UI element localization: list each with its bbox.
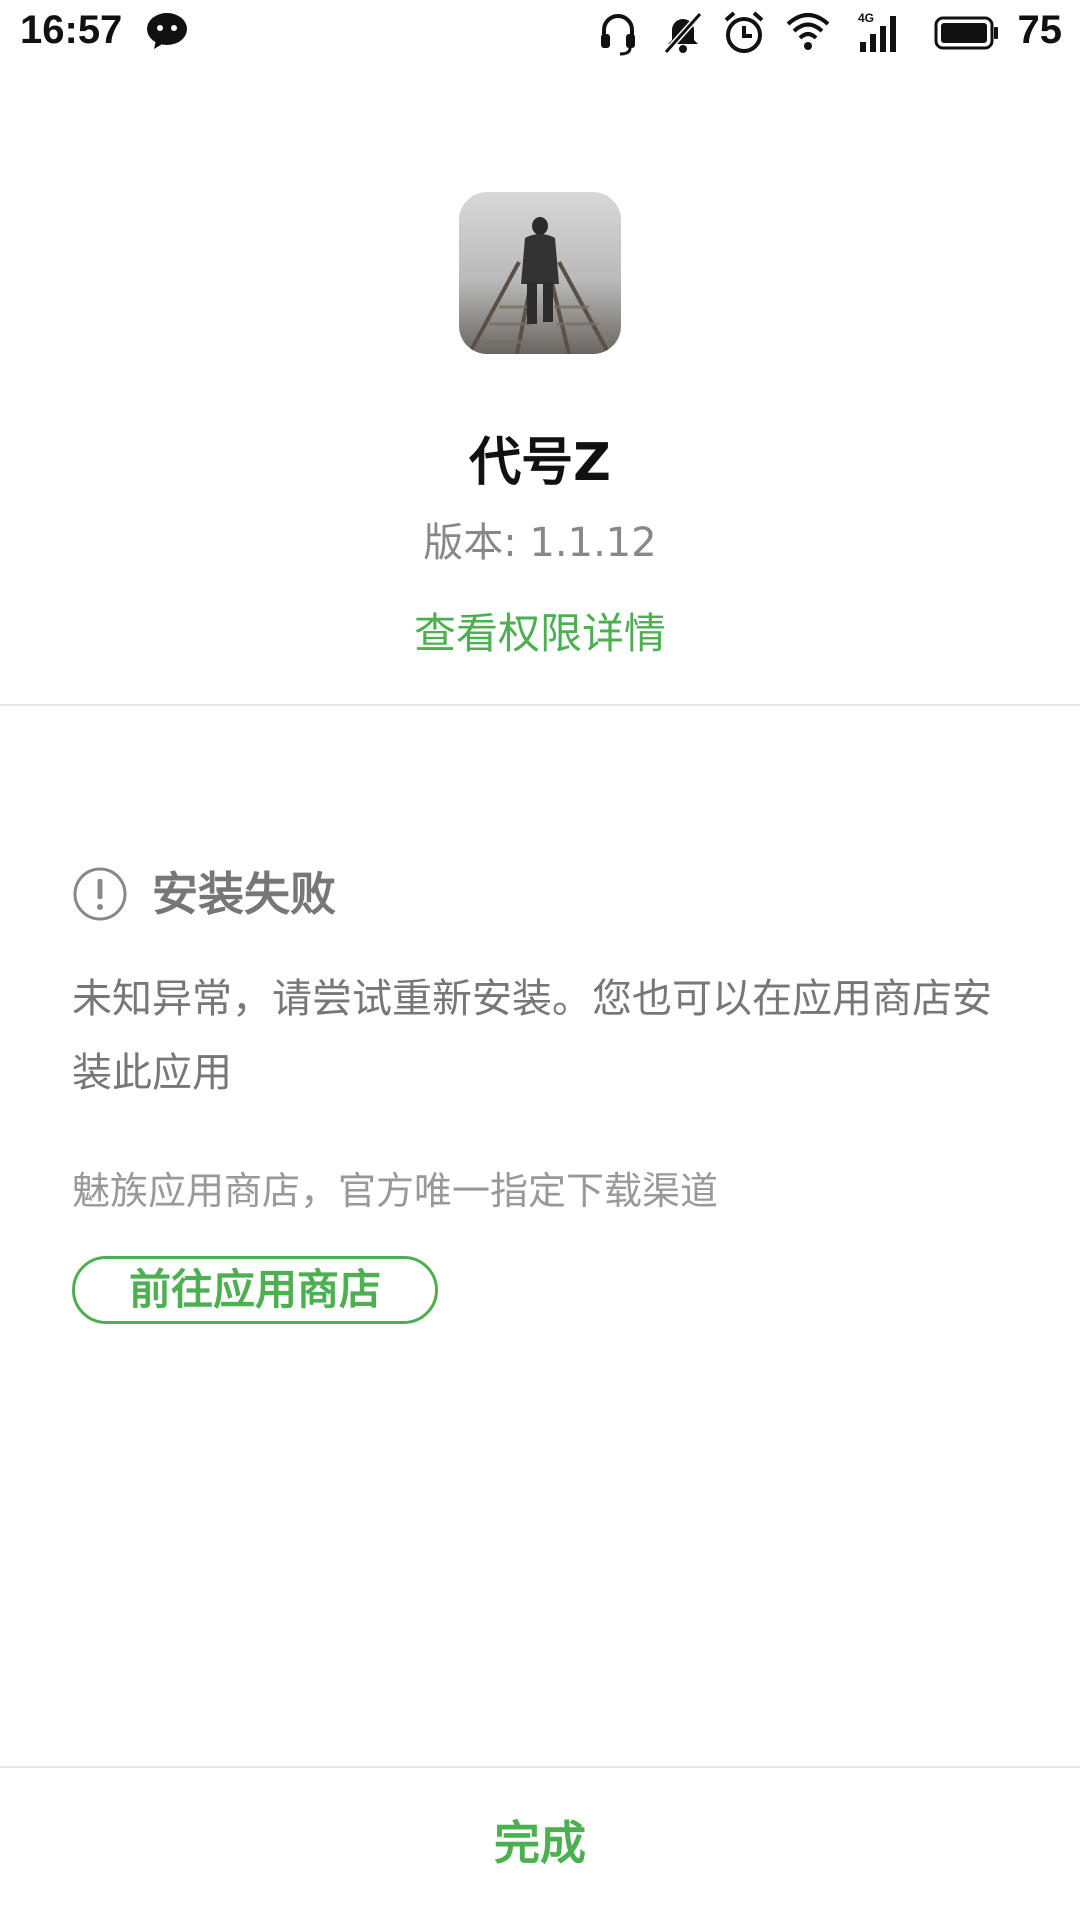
done-button[interactable]: 完成: [0, 1768, 1080, 1920]
store-note: 魅族应用商店，官方唯一指定下载渠道: [72, 1169, 719, 1213]
install-failed-title: 安装失败: [152, 867, 336, 921]
wifi-icon: [786, 13, 830, 50]
alarm-icon: [724, 11, 764, 53]
signal-4g-icon: 4G: [858, 11, 896, 52]
app-name: 代号Z: [469, 433, 611, 493]
exclamation-circle-icon: [73, 867, 127, 921]
app-version: 版本: 1.1.12: [423, 520, 657, 566]
mute-icon: [663, 11, 703, 55]
battery-icon: [934, 16, 998, 50]
wechat-icon: [147, 13, 187, 49]
app-icon: [459, 192, 621, 354]
status-time: 16:57: [20, 8, 123, 52]
headset-icon: [601, 14, 635, 56]
view-permissions-link[interactable]: 查看权限详情: [0, 600, 1080, 661]
battery-level: 75: [1017, 8, 1063, 52]
divider: [0, 704, 1080, 706]
install-failed-message: 未知异常，请尝试重新安装。您也可以在应用商店安装此应用: [72, 976, 992, 1096]
go-to-app-store-button[interactable]: 前往应用商店: [72, 1256, 438, 1324]
status-bar: 16:57 4G 75: [0, 0, 1080, 70]
svg-text:4G: 4G: [858, 11, 874, 25]
